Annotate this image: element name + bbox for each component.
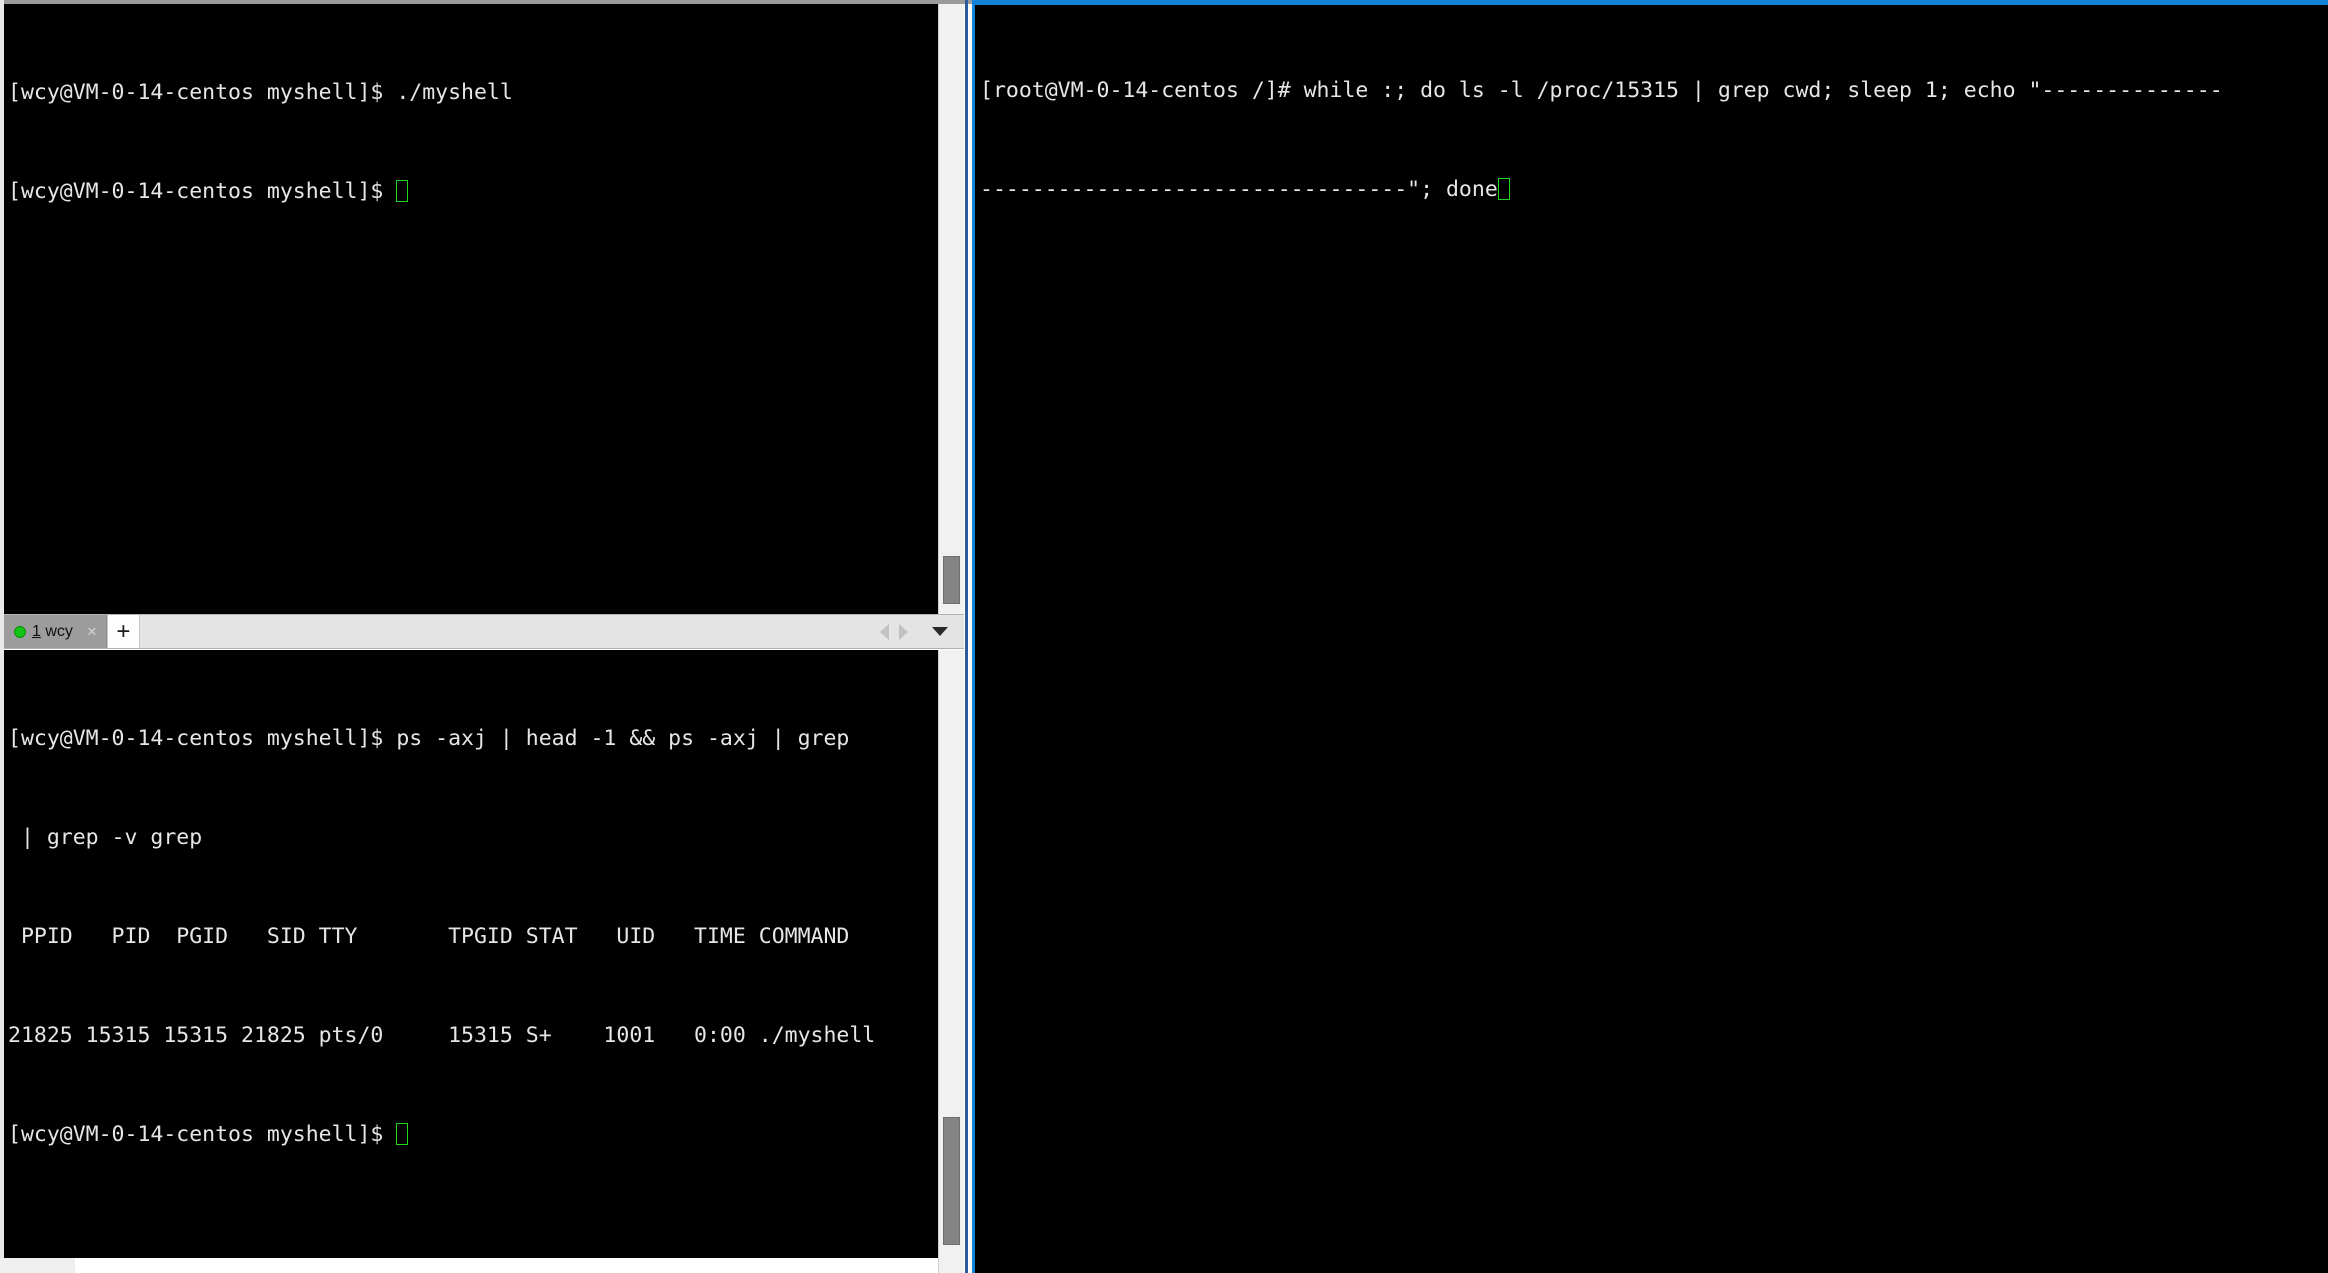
scrollbar-thumb[interactable] <box>943 556 960 604</box>
terminal-line: [wcy@VM-0-14-centos myshell]$ ps -axj | … <box>8 726 850 751</box>
bottom-terminal-output: [wcy@VM-0-14-centos myshell]$ ps -axj | … <box>8 656 875 1217</box>
top-pane-scrollbar[interactable] <box>938 4 964 614</box>
window-right-edge <box>965 0 968 1273</box>
top-terminal-output: [wcy@VM-0-14-centos myshell]$ ./myshell … <box>8 10 513 274</box>
terminal-line: 21825 15315 15315 21825 pts/0 15315 S+ 1… <box>8 1023 876 1048</box>
bottom-pane-scrollbar[interactable] <box>938 650 964 1273</box>
tab-label: 1 wcy <box>32 623 73 641</box>
text-cursor <box>396 180 409 202</box>
tab-bar-spacer <box>140 615 880 648</box>
tab-bar: 1 wcy × + <box>4 614 964 649</box>
terminal-line-text: ---------------------------------"; done <box>980 177 1498 202</box>
arrow-left-icon[interactable] <box>880 623 889 640</box>
top-terminal-pane[interactable]: [wcy@VM-0-14-centos myshell]$ ./myshell … <box>4 4 964 614</box>
bottom-terminal-pane[interactable]: [wcy@VM-0-14-centos myshell]$ ps -axj | … <box>4 650 964 1258</box>
terminal-line: [root@VM-0-14-centos /]# while :; do ls … <box>980 78 2223 103</box>
desktop-screen: [wcy@VM-0-14-centos myshell]$ ./myshell … <box>0 0 2328 1273</box>
terminal-line: | grep -v grep <box>8 825 203 850</box>
arrow-right-icon[interactable] <box>899 623 908 640</box>
left-terminal-window: [wcy@VM-0-14-centos myshell]$ ./myshell … <box>0 0 972 1273</box>
tab-item-wcy[interactable]: 1 wcy × <box>4 615 107 648</box>
tab-name: wcy <box>40 622 73 640</box>
terminal-line-text: [wcy@VM-0-14-centos myshell]$ <box>8 179 397 204</box>
scrollbar-thumb[interactable] <box>943 1117 960 1245</box>
terminal-line: [wcy@VM-0-14-centos myshell]$ ./myshell <box>8 80 513 105</box>
right-terminal-output: [root@VM-0-14-centos /]# while :; do ls … <box>980 8 2223 272</box>
terminal-line: [wcy@VM-0-14-centos myshell]$ <box>8 175 513 208</box>
terminal-line: PPID PID PGID SID TTY TPGID STAT UID TIM… <box>8 924 850 949</box>
window-frame-bottom <box>0 1258 75 1273</box>
tab-index: 1 <box>32 622 41 640</box>
terminal-line-text: [wcy@VM-0-14-centos myshell]$ <box>8 1122 397 1147</box>
close-icon[interactable]: × <box>87 623 97 640</box>
terminal-line: [wcy@VM-0-14-centos myshell]$ <box>8 1118 875 1151</box>
text-cursor <box>1497 178 1510 200</box>
right-terminal-window[interactable]: [root@VM-0-14-centos /]# while :; do ls … <box>972 0 2328 1273</box>
chevron-down-icon[interactable] <box>932 627 948 636</box>
status-dot-icon <box>14 625 26 638</box>
text-cursor <box>396 1123 409 1145</box>
tab-bar-controls <box>880 615 964 648</box>
new-tab-button[interactable]: + <box>106 615 140 648</box>
terminal-line: ---------------------------------"; done <box>980 173 2223 206</box>
